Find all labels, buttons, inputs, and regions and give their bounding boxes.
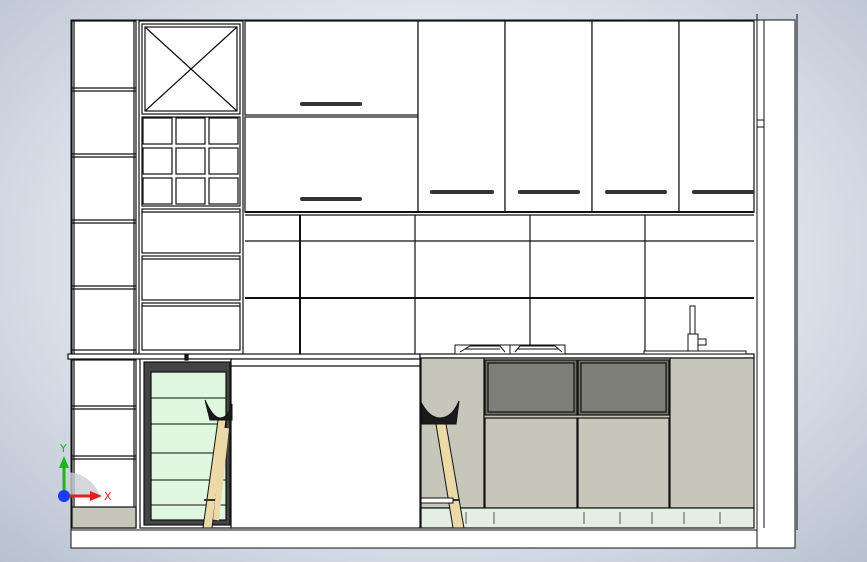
- gas-hob: [454, 344, 566, 355]
- base-door-white: [230, 358, 421, 529]
- y-axis-label: Y: [59, 442, 67, 455]
- x-axis-label: X: [104, 490, 112, 503]
- cad-viewport[interactable]: Y X: [0, 0, 867, 562]
- y-axis-head: [59, 456, 69, 468]
- z-axis-dot: [58, 490, 70, 502]
- base-cabinets: [420, 357, 755, 529]
- upper-cabinets: [244, 20, 755, 216]
